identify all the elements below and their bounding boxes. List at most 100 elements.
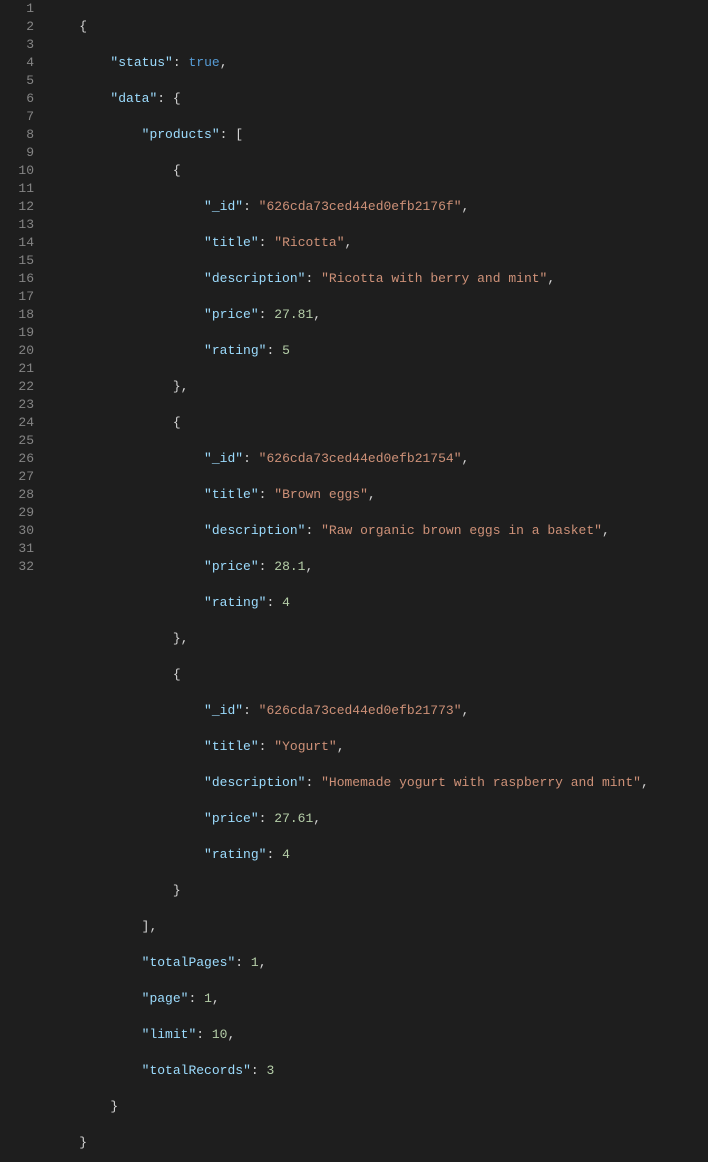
code-line: "_id": "626cda73ced44ed0efb2176f", (48, 198, 700, 216)
code-line: "data": { (48, 90, 700, 108)
json-value-price-0: 27.81 (274, 307, 313, 322)
code-line: "status": true, (48, 54, 700, 72)
line-number: 22 (0, 378, 34, 396)
line-number: 30 (0, 522, 34, 540)
json-key-price: price (212, 559, 251, 574)
json-value-price-2: 27.61 (274, 811, 313, 826)
json-value-rating-1: 4 (282, 595, 290, 610)
line-number: 29 (0, 504, 34, 522)
json-value-description-2: Homemade yogurt with raspberry and mint (329, 775, 633, 790)
json-value-title-2: Yogurt (282, 739, 329, 754)
line-number: 20 (0, 342, 34, 360)
line-number: 10 (0, 162, 34, 180)
json-value-totalrecords: 3 (266, 1063, 274, 1078)
code-line: "price": 27.61, (48, 810, 700, 828)
json-value-id-0: 626cda73ced44ed0efb2176f (266, 199, 453, 214)
line-number: 4 (0, 54, 34, 72)
json-key-price: price (212, 307, 251, 322)
line-number: 3 (0, 36, 34, 54)
code-line: "_id": "626cda73ced44ed0efb21754", (48, 450, 700, 468)
json-value-id-2: 626cda73ced44ed0efb21773 (266, 703, 453, 718)
code-line: }, (48, 378, 700, 396)
json-key-description: description (212, 271, 298, 286)
line-number: 19 (0, 324, 34, 342)
json-value-rating-2: 4 (282, 847, 290, 862)
code-line: "title": "Brown eggs", (48, 486, 700, 504)
json-key-id: _id (212, 451, 235, 466)
code-line: "description": "Raw organic brown eggs i… (48, 522, 700, 540)
json-value-totalpages: 1 (251, 955, 259, 970)
code-editor[interactable]: 1234567891011121314151617181920212223242… (0, 0, 708, 581)
line-number: 9 (0, 144, 34, 162)
line-number: 7 (0, 108, 34, 126)
code-line: "page": 1, (48, 990, 700, 1008)
code-line: } (48, 882, 700, 900)
code-line: "rating": 5 (48, 342, 700, 360)
line-number: 8 (0, 126, 34, 144)
line-number: 31 (0, 540, 34, 558)
json-key-title: title (212, 487, 251, 502)
json-key-id: _id (212, 199, 235, 214)
code-line: { (48, 162, 700, 180)
json-value-title-0: Ricotta (282, 235, 337, 250)
line-number: 2 (0, 18, 34, 36)
line-number: 28 (0, 486, 34, 504)
json-key-title: title (212, 235, 251, 250)
line-number: 18 (0, 306, 34, 324)
json-value-status: true (188, 55, 219, 70)
code-line: } (48, 1098, 700, 1116)
json-key-status: status (118, 55, 165, 70)
json-value-description-1: Raw organic brown eggs in a basket (329, 523, 594, 538)
json-value-rating-0: 5 (282, 343, 290, 358)
json-value-description-0: Ricotta with berry and mint (329, 271, 540, 286)
code-line: { (48, 414, 700, 432)
json-value-page: 1 (204, 991, 212, 1006)
code-line: }, (48, 630, 700, 648)
code-line: "title": "Yogurt", (48, 738, 700, 756)
line-number: 15 (0, 252, 34, 270)
line-number-gutter: 1234567891011121314151617181920212223242… (0, 0, 48, 581)
code-line: "_id": "626cda73ced44ed0efb21773", (48, 702, 700, 720)
json-key-page: page (149, 991, 180, 1006)
line-number: 27 (0, 468, 34, 486)
line-number: 17 (0, 288, 34, 306)
line-number: 5 (0, 72, 34, 90)
line-number: 14 (0, 234, 34, 252)
line-number: 13 (0, 216, 34, 234)
code-line: "products": [ (48, 126, 700, 144)
json-key-title: title (212, 739, 251, 754)
code-line: "rating": 4 (48, 846, 700, 864)
line-number: 32 (0, 558, 34, 576)
json-value-limit: 10 (212, 1027, 228, 1042)
line-number: 21 (0, 360, 34, 378)
json-key-data: data (118, 91, 149, 106)
line-number: 26 (0, 450, 34, 468)
json-key-totalpages: totalPages (149, 955, 227, 970)
json-key-products: products (149, 127, 211, 142)
line-number: 24 (0, 414, 34, 432)
json-key-description: description (212, 775, 298, 790)
code-line: "limit": 10, (48, 1026, 700, 1044)
line-number: 23 (0, 396, 34, 414)
code-line: "price": 28.1, (48, 558, 700, 576)
json-key-rating: rating (212, 595, 259, 610)
line-number: 25 (0, 432, 34, 450)
json-key-rating: rating (212, 343, 259, 358)
json-key-rating: rating (212, 847, 259, 862)
line-number: 6 (0, 90, 34, 108)
json-key-id: _id (212, 703, 235, 718)
line-number: 11 (0, 180, 34, 198)
code-line: "description": "Homemade yogurt with ras… (48, 774, 700, 792)
code-line: ], (48, 918, 700, 936)
json-value-title-1: Brown eggs (282, 487, 360, 502)
line-number: 12 (0, 198, 34, 216)
code-line: "totalRecords": 3 (48, 1062, 700, 1080)
json-key-limit: limit (149, 1027, 188, 1042)
code-content[interactable]: { "status": true, "data": { "products": … (48, 0, 708, 581)
code-line: } (48, 1134, 700, 1152)
json-key-totalrecords: totalRecords (149, 1063, 243, 1078)
line-number: 16 (0, 270, 34, 288)
json-key-price: price (212, 811, 251, 826)
code-line: { (48, 18, 700, 36)
code-line: "price": 27.81, (48, 306, 700, 324)
